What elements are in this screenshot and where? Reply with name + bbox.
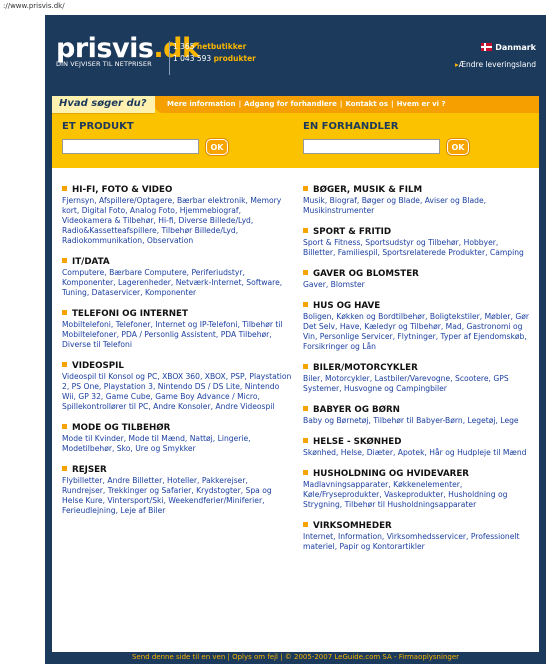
product-ok-button[interactable]: OK <box>206 139 228 155</box>
category-links[interactable]: Videospil til Konsol og PC, XBOX 360, XB… <box>62 372 292 412</box>
category-block: MODE OG TILBEHØR Mode til Kvinder, Mode t… <box>62 423 292 454</box>
bullet-icon <box>303 364 308 369</box>
category-block: VIRKSOMHEDER Internet, Information, Virks… <box>303 521 533 552</box>
category-title[interactable]: VIRKSOMHEDER <box>303 521 533 532</box>
category-links[interactable]: Baby og Børnetøj, Tilbehør til Babyer-Bø… <box>303 416 533 426</box>
category-block: HELSE - SKØNHED Skønhed, Helse, Diæter, A… <box>303 437 533 458</box>
bullet-icon <box>303 302 308 307</box>
category-block: IT/DATA Computere, Bærbare Computere, Per… <box>62 257 292 298</box>
category-column-right: BØGER, MUSIK & FILM Musik, Biograf, Bøger… <box>303 185 533 563</box>
dealer-search-input[interactable] <box>303 139 440 154</box>
bullet-icon <box>62 310 67 315</box>
shops-count: 1 365 <box>173 42 195 51</box>
search-panel: Hvad søger du? Mere information | Adgang f… <box>52 96 539 168</box>
page-footer: Send denne side til en ven | Oplys om fe… <box>45 652 546 664</box>
category-block: VIDEOSPIL Videospil til Konsol og PC, XBO… <box>62 361 292 412</box>
dealer-ok-button[interactable]: OK <box>447 139 469 155</box>
category-block: HUSHOLDNING OG HVIDEVARER Madlavningsappa… <box>303 469 533 510</box>
nav-about[interactable]: Hvem er vi ? <box>397 100 446 108</box>
category-links[interactable]: Mobiltelefoni, Telefoner, Internet og IP… <box>62 320 292 350</box>
category-title[interactable]: GAVER OG BLOMSTER <box>303 269 533 280</box>
bullet-icon <box>62 186 67 191</box>
bullet-icon <box>62 258 67 263</box>
category-title[interactable]: BILER/MOTORCYKLER <box>303 363 533 374</box>
footer-links[interactable]: Send denne side til en ven | Oplys om fe… <box>45 653 546 661</box>
bullet-icon <box>303 438 308 443</box>
bullet-icon <box>303 522 308 527</box>
products-count: 1 043 593 <box>173 54 212 63</box>
danish-flag-icon <box>481 43 493 51</box>
nav-contact[interactable]: Kontakt os <box>345 100 388 108</box>
bullet-icon <box>303 270 308 275</box>
category-links[interactable]: Flybilletter, Andre Billetter, Hoteller,… <box>62 476 292 516</box>
category-block: BILER/MOTORCYKLER Biler, Motorcykler, Las… <box>303 363 533 394</box>
site-stats: 1 365 netbutikker 1 043 593 produkter <box>169 41 256 75</box>
bullet-icon <box>303 228 308 233</box>
bullet-icon <box>62 362 67 367</box>
bullet-icon <box>303 470 308 475</box>
category-block: HUS OG HAVE Boligen, Køkken og Bordtilbeh… <box>303 301 533 352</box>
category-title[interactable]: BABYER OG BØRN <box>303 405 533 416</box>
category-links[interactable]: Gaver, Blomster <box>303 280 533 290</box>
nav-more-info[interactable]: Mere information <box>167 100 236 108</box>
change-country-link[interactable]: ▸Ændre leveringsland <box>455 60 536 69</box>
bullet-icon <box>303 406 308 411</box>
bullet-icon <box>62 424 67 429</box>
main-content: Hvad søger du? Mere information | Adgang f… <box>52 96 539 652</box>
category-title[interactable]: HI-FI, FOTO & VIDEO <box>62 185 292 196</box>
shops-label: netbutikker <box>196 42 247 51</box>
category-links[interactable]: Sport & Fitness, Sportsudstyr og Tilbehø… <box>303 238 533 258</box>
browser-url: ://www.prisvis.dk/ <box>3 2 65 10</box>
category-block: REJSER Flybilletter, Andre Billetter, Hot… <box>62 465 292 516</box>
category-links[interactable]: Boligen, Køkken og Bordtilbehør, Boligte… <box>303 312 533 352</box>
category-block: TELEFONI OG INTERNET Mobiltelefoni, Telef… <box>62 309 292 350</box>
category-title[interactable]: IT/DATA <box>62 257 292 268</box>
category-links[interactable]: Musik, Biograf, Bøger og Blade, Aviser o… <box>303 196 533 216</box>
category-title[interactable]: HUS OG HAVE <box>303 301 533 312</box>
category-title[interactable]: HELSE - SKØNHED <box>303 437 533 448</box>
category-block: SPORT & FRITID Sport & Fitness, Sportsuds… <box>303 227 533 258</box>
change-country-label: Ændre leveringsland <box>458 60 536 69</box>
stats-divider <box>169 41 170 75</box>
products-label: produkter <box>213 54 256 63</box>
dealer-search-label: EN FORHANDLER <box>303 121 399 132</box>
category-title[interactable]: VIDEOSPIL <box>62 361 292 372</box>
category-links[interactable]: Internet, Information, Virksomhedsservic… <box>303 532 533 552</box>
nav-dealer-access[interactable]: Adgang for forhandlere <box>244 100 337 108</box>
category-title[interactable]: TELEFONI OG INTERNET <box>62 309 292 320</box>
category-title[interactable]: SPORT & FRITID <box>303 227 533 238</box>
bullet-icon <box>303 186 308 191</box>
category-title[interactable]: HUSHOLDNING OG HVIDEVARER <box>303 469 533 480</box>
tagline: DIN VEJVISER TIL NETPRISER <box>56 60 152 68</box>
category-links[interactable]: Fjernsyn, Afspillere/Optagere, Bærbar el… <box>62 196 292 246</box>
category-links[interactable]: Skønhed, Helse, Diæter, Apotek, Hår og H… <box>303 448 533 458</box>
bullet-icon <box>62 466 67 471</box>
ask-label: Hvad søger du? <box>59 98 147 109</box>
category-block: HI-FI, FOTO & VIDEO Fjernsyn, Afspillere/… <box>62 185 292 246</box>
top-nav: Mere information | Adgang for forhandlere |… <box>155 96 539 113</box>
page-frame: prisvis.dk DIN VEJVISER TIL NETPRISER 1 … <box>45 15 546 664</box>
category-block: GAVER OG BLOMSTER Gaver, Blomster <box>303 269 533 290</box>
category-title[interactable]: MODE OG TILBEHØR <box>62 423 292 434</box>
category-column-left: HI-FI, FOTO & VIDEO Fjernsyn, Afspillere/… <box>62 185 292 527</box>
category-links[interactable]: Madlavningsapparater, Køkkenelementer, K… <box>303 480 533 510</box>
category-block: BØGER, MUSIK & FILM Musik, Biograf, Bøger… <box>303 185 533 216</box>
product-search-input[interactable] <box>62 139 199 154</box>
category-links[interactable]: Biler, Motorcykler, Lastbiler/Varevogne,… <box>303 374 533 394</box>
category-block: BABYER OG BØRN Baby og Børnetøj, Tilbehør… <box>303 405 533 426</box>
category-title[interactable]: REJSER <box>62 465 292 476</box>
category-title[interactable]: BØGER, MUSIK & FILM <box>303 185 533 196</box>
category-links[interactable]: Computere, Bærbare Computere, Periferiud… <box>62 268 292 298</box>
country-name: Danmark <box>495 43 536 52</box>
country-selector: Danmark <box>481 43 536 52</box>
product-search-label: ET PRODUKT <box>62 121 134 132</box>
ask-tab: Hvad søger du? <box>52 96 155 114</box>
category-links[interactable]: Mode til Kvinder, Mode til Mænd, Nattøj,… <box>62 434 292 454</box>
